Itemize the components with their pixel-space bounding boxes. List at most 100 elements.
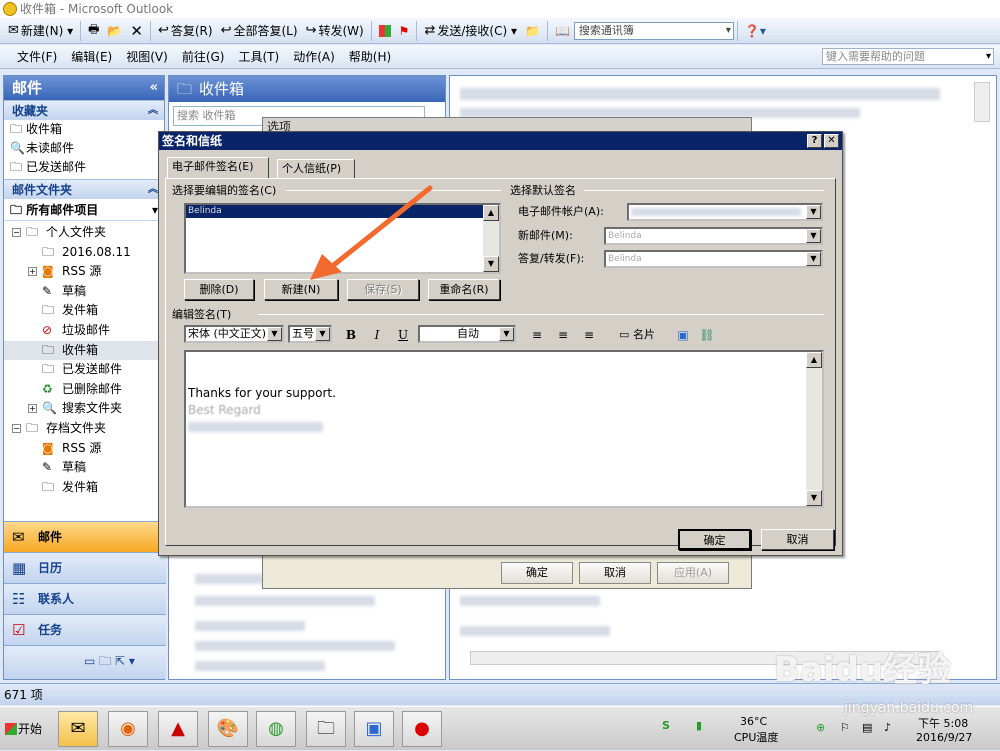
tab-email-signature[interactable]: 电子邮件签名(E)	[167, 157, 269, 178]
print-icon[interactable]: 🖶	[84, 20, 103, 42]
italic-icon[interactable]: I	[368, 326, 386, 344]
reply-button[interactable]: ↩ 答复(R)	[154, 20, 217, 42]
menu-actions[interactable]: 动作(A)	[286, 48, 342, 65]
chevron-down-icon[interactable]: ▼	[806, 205, 821, 219]
tree-inbox[interactable]: 🗀 收件箱	[4, 340, 164, 361]
tree-drafts[interactable]: ✎ 草稿	[4, 282, 164, 302]
scroll-up-icon[interactable]: ▲	[806, 352, 822, 368]
options-cancel-button[interactable]: 取消	[579, 562, 651, 584]
forward-button[interactable]: ↪ 转发(W)	[302, 20, 368, 42]
delete-signature-button[interactable]: 删除(D)	[184, 279, 254, 300]
scroll-down-icon[interactable]: ▼	[483, 256, 499, 272]
favorite-sent[interactable]: 🗀 已发送邮件	[4, 158, 164, 177]
address-book-search[interactable]: 搜索通讯簿	[573, 21, 734, 40]
send-receive-button[interactable]: ⇄ 发送/接收(C) ▾	[420, 20, 521, 42]
tree-archive-rss[interactable]: ◙ RSS 源	[4, 439, 164, 459]
nav-contacts-button[interactable]: ☷ 联系人	[4, 583, 166, 614]
pdf-app-icon[interactable]: ◉	[108, 711, 148, 747]
address-book-icon[interactable]: 📖	[551, 20, 574, 42]
explorer-icon[interactable]: 🗀	[306, 711, 346, 747]
scroll-down-icon[interactable]: ▼	[806, 490, 822, 506]
move-icon[interactable]: 📂	[103, 20, 126, 42]
options-apply-button[interactable]: 应用(A)	[657, 562, 729, 584]
tree-deleted[interactable]: ♻ 已删除邮件	[4, 380, 164, 400]
tray-add-icon[interactable]: ⊕	[816, 721, 825, 734]
insert-hyperlink-icon[interactable]: ⛓	[698, 326, 716, 344]
tree-junk[interactable]: ⊘ 垃圾邮件	[4, 321, 164, 341]
signature-list-item-selected[interactable]: Belinda	[186, 205, 485, 218]
message-subject-blurred[interactable]	[195, 596, 375, 606]
tab-personal-stationery[interactable]: 个人信纸(P)	[277, 159, 355, 178]
message-sender-blurred[interactable]	[195, 574, 265, 584]
message-subject-blurred[interactable]	[195, 641, 395, 651]
insert-picture-icon[interactable]: ▣	[674, 326, 692, 344]
underline-icon[interactable]: U	[394, 326, 412, 344]
tray-s-icon[interactable]: S	[662, 719, 670, 732]
meitu-icon[interactable]: ●	[402, 711, 442, 747]
reply-all-button[interactable]: ↩ 全部答复(L)	[217, 20, 302, 42]
tree-search-folders[interactable]: + 🔍 搜索文件夹	[4, 399, 164, 419]
collapse-box-icon[interactable]: −	[12, 423, 21, 433]
categorize-icon[interactable]	[375, 20, 395, 42]
delete-icon[interactable]: ✕	[126, 20, 147, 42]
favorites-header[interactable]: 收藏夹 ︽	[4, 100, 164, 120]
new-messages-signature-select[interactable]: Belinda ▼	[604, 227, 823, 245]
new-signature-button[interactable]: 新建(N)	[264, 279, 338, 300]
font-size-select[interactable]: 五号 ▼	[288, 325, 332, 343]
menu-help[interactable]: 帮助(H)	[342, 48, 398, 65]
message-sender-blurred[interactable]	[195, 661, 325, 671]
business-card-button[interactable]: ▭ 名片	[612, 326, 662, 344]
image-viewer-icon[interactable]: ▣	[354, 711, 394, 747]
notes-icon[interactable]: ▭	[84, 654, 95, 668]
nav-calendar-button[interactable]: ▦ 日历	[4, 552, 166, 583]
clock-date[interactable]: 2016/9/27	[916, 731, 972, 744]
signature-list[interactable]: Belinda ▲ ▼	[184, 203, 501, 274]
tree-sent[interactable]: 🗀 已发送邮件	[4, 360, 164, 380]
collapse-box-icon[interactable]: −	[12, 228, 21, 237]
align-left-icon[interactable]: ≡	[528, 326, 546, 344]
all-mail-items-dropdown[interactable]: 🗀 所有邮件项目	[4, 199, 164, 221]
tree-archive-drafts[interactable]: ✎ 草稿	[4, 458, 164, 478]
email-account-select[interactable]: ▼	[627, 203, 823, 221]
flag-icon[interactable]: ⚑	[395, 20, 414, 42]
tray-network-icon[interactable]: ▤	[862, 721, 872, 734]
shortcuts-icon[interactable]: ⇱	[115, 654, 125, 668]
signatures-ok-button[interactable]: 确定	[678, 529, 751, 550]
signature-editor[interactable]: Thanks for your support. Best Regard ▲ ▼	[184, 350, 824, 508]
help-question-input[interactable]: 键入需要帮助的问题	[822, 48, 994, 65]
folder-list-icon[interactable]: 🗀	[99, 654, 111, 668]
tree-folder-2016[interactable]: 🗀 2016.08.11	[4, 243, 164, 263]
signature-editor-scrollbar[interactable]: ▲ ▼	[806, 352, 822, 506]
new-button[interactable]: ✉ 新建(N) ▾	[4, 20, 77, 42]
tree-personal-folders[interactable]: − 🗀 个人文件夹	[4, 223, 164, 243]
options-ok-button[interactable]: 确定	[501, 562, 573, 584]
tree-archive-outbox[interactable]: 🗀 发件箱	[4, 478, 164, 498]
align-right-icon[interactable]: ≡	[580, 326, 598, 344]
outlook-task-icon[interactable]: ✉	[58, 711, 98, 747]
collapse-icon[interactable]: «	[150, 76, 158, 100]
scroll-up-icon[interactable]: ▲	[483, 205, 499, 221]
replies-signature-select[interactable]: Belinda ▼	[604, 250, 823, 268]
bold-icon[interactable]: B	[342, 326, 360, 344]
chevron-down-icon[interactable]: ▼	[806, 229, 821, 243]
expand-box-icon[interactable]: +	[28, 404, 37, 414]
paint-icon[interactable]: 🎨	[208, 711, 248, 747]
font-color-select[interactable]: 自动 ▼	[418, 325, 516, 343]
align-center-icon[interactable]: ≡	[554, 326, 572, 344]
help-icon[interactable]: ?	[807, 134, 822, 148]
favorite-inbox[interactable]: 🗀 收件箱	[4, 120, 164, 139]
nav-tasks-button[interactable]: ☑ 任务	[4, 614, 166, 645]
menu-go[interactable]: 前往(G)	[175, 48, 232, 65]
signatures-cancel-button[interactable]: 取消	[761, 529, 834, 550]
menu-tools[interactable]: 工具(T)	[231, 48, 286, 65]
start-button[interactable]: 开始	[2, 713, 52, 745]
mail-folders-header[interactable]: 邮件文件夹 ︽	[4, 179, 164, 199]
chevron-down-icon[interactable]: ▼	[315, 327, 330, 341]
signature-list-scrollbar[interactable]: ▲ ▼	[483, 205, 499, 272]
rename-signature-button[interactable]: 重命名(R)	[428, 279, 500, 300]
browser-icon[interactable]: ◍	[256, 711, 296, 747]
font-family-select[interactable]: 宋体 (中文正文) ▼	[184, 325, 284, 343]
acrobat-icon[interactable]: ▲	[158, 711, 198, 747]
save-signature-button[interactable]: 保存(S)	[347, 279, 419, 300]
tray-flag-icon[interactable]: ⚐	[840, 721, 850, 734]
